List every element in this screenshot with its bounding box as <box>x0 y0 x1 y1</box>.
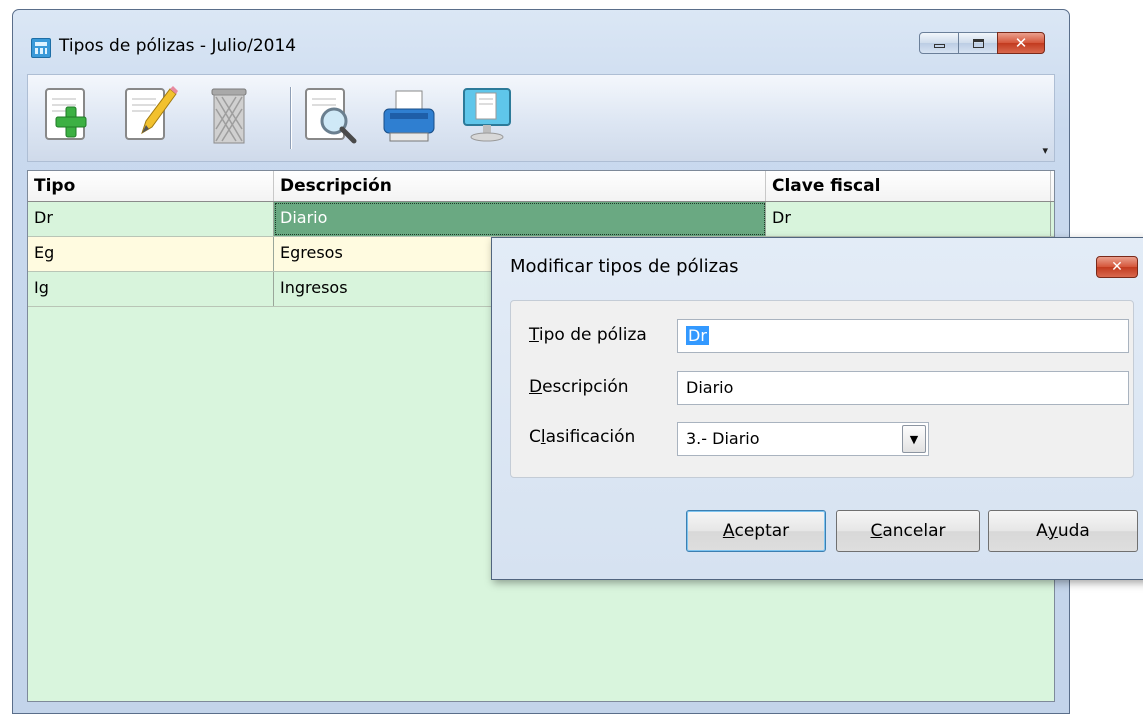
modify-policy-type-dialog: Modificar tipos de pólizas ✕ Tipo de pól… <box>491 237 1143 580</box>
screen-display-icon <box>463 88 511 142</box>
close-button[interactable]: ✕ <box>997 32 1045 54</box>
dialog-fields-panel: Tipo de póliza Dr Descripción Diario Cla… <box>510 300 1134 478</box>
window-title: Tipos de pólizas - Julio/2014 <box>59 36 297 56</box>
clasificacion-value: 3.- Diario <box>686 429 760 448</box>
tipo-label: Tipo de póliza <box>529 325 647 345</box>
column-header-descripcion[interactable]: Descripción <box>274 171 766 201</box>
table-row[interactable]: Dr Diario Dr <box>28 202 1054 237</box>
help-button[interactable]: Ay uda <box>988 510 1138 552</box>
calculator-icon <box>31 38 51 58</box>
preview-button[interactable] <box>302 83 360 149</box>
cell-descripcion[interactable]: Diario <box>274 202 766 236</box>
title-bar[interactable]: Tipos de pólizas - Julio/2014 ✕ <box>13 10 1069 70</box>
toolbar-separator <box>290 87 291 149</box>
tipo-poliza-input[interactable]: Dr <box>677 319 1129 353</box>
descripcion-label: Descripción <box>529 377 629 397</box>
clasificacion-label: Clasificación <box>529 427 636 447</box>
delete-button[interactable] <box>200 83 258 149</box>
toolbar: ▾ <box>27 74 1055 162</box>
edit-button[interactable] <box>120 83 178 149</box>
screen-button[interactable] <box>458 83 516 149</box>
cell-tipo[interactable]: Dr <box>28 202 274 236</box>
cell-tipo[interactable]: Ig <box>28 272 274 306</box>
column-header-clave-fiscal[interactable]: Clave fiscal <box>766 171 1051 201</box>
dialog-close-button[interactable]: ✕ <box>1096 256 1138 278</box>
cell-tipo[interactable]: Eg <box>28 237 274 271</box>
close-icon: ✕ <box>1014 34 1028 52</box>
cell-clave-fiscal[interactable]: Dr <box>766 202 1051 236</box>
close-icon: ✕ <box>1111 259 1123 275</box>
edit-document-icon <box>125 86 178 140</box>
toolbar-overflow-button[interactable]: ▾ <box>1042 144 1048 157</box>
accept-button[interactable]: Aceptar <box>686 510 826 552</box>
maximize-icon <box>972 38 984 48</box>
dialog-title: Modificar tipos de pólizas <box>510 256 739 277</box>
cancel-button[interactable]: Cancelar <box>836 510 980 552</box>
tipo-poliza-value: Dr <box>686 326 709 345</box>
table-header: Tipo Descripción Clave fiscal <box>28 171 1054 202</box>
minimize-button[interactable] <box>919 32 959 54</box>
delete-trash-icon <box>211 88 247 144</box>
printer-icon <box>383 90 435 142</box>
caption-buttons: ✕ <box>919 32 1045 54</box>
minimize-icon <box>933 44 945 48</box>
chevron-down-icon[interactable]: ▼ <box>902 425 926 453</box>
new-document-icon <box>45 88 87 140</box>
column-header-tipo[interactable]: Tipo <box>28 171 274 201</box>
clasificacion-select[interactable]: 3.- Diario ▼ <box>677 422 929 456</box>
preview-document-icon <box>305 88 357 144</box>
descripcion-input[interactable]: Diario <box>677 371 1129 405</box>
print-button[interactable] <box>380 83 438 149</box>
new-button[interactable] <box>40 83 98 149</box>
maximize-button[interactable] <box>958 32 998 54</box>
